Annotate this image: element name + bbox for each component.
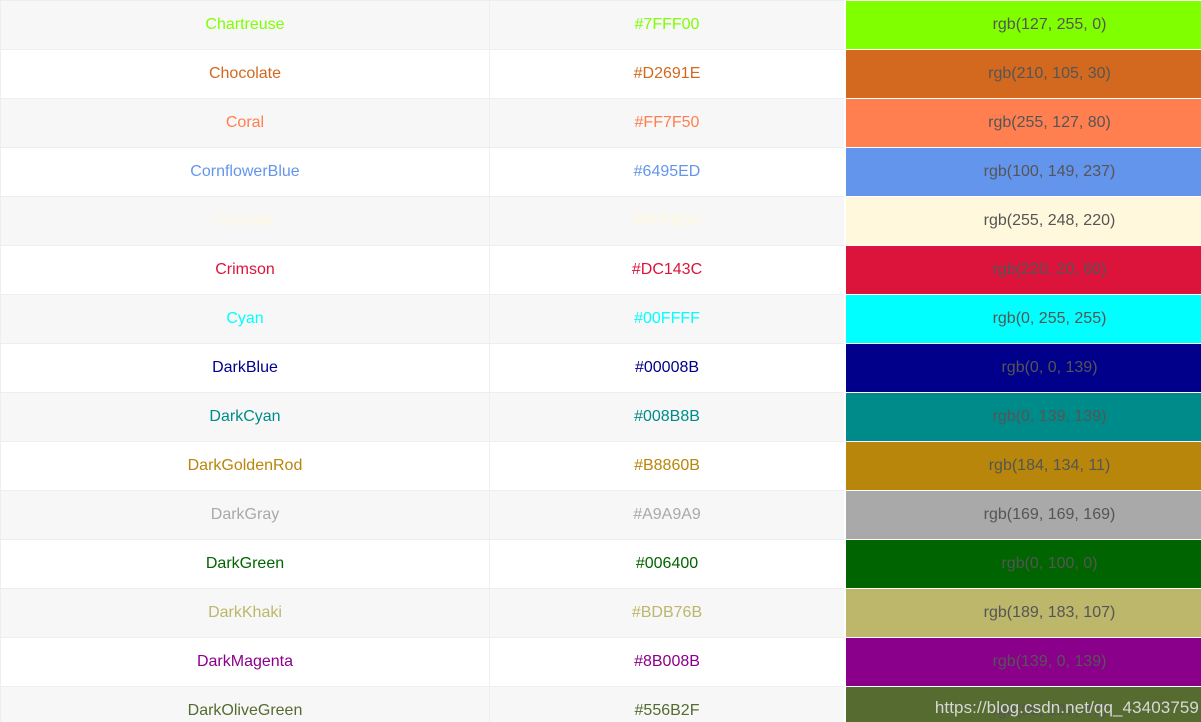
- color-swatch-cell: rgb(255, 127, 80): [844, 98, 1201, 148]
- color-hex-cell: #7FFF00: [489, 0, 846, 50]
- color-name-cell: DarkOliveGreen: [0, 686, 490, 722]
- color-name-cell: DarkCyan: [0, 392, 490, 442]
- color-swatch-cell: rgb(189, 183, 107): [844, 588, 1201, 638]
- table-row: CornflowerBlue #6495ED rgb(100, 149, 237): [0, 147, 1201, 197]
- color-hex-cell: #B8860B: [489, 441, 846, 491]
- color-hex-cell: #DC143C: [489, 245, 846, 295]
- color-swatch-cell: rgb(85, 107, 47): [844, 686, 1201, 722]
- color-swatch-cell: rgb(0, 255, 255): [844, 294, 1201, 344]
- table-row: Chartreuse #7FFF00 rgb(127, 255, 0): [0, 0, 1201, 50]
- color-hex-cell: #BDB76B: [489, 588, 846, 638]
- color-reference-table: Chartreuse #7FFF00 rgb(127, 255, 0) Chocola…: [0, 0, 1201, 722]
- color-swatch-cell: rgb(0, 0, 139): [844, 343, 1201, 393]
- table-row: DarkCyan #008B8B rgb(0, 139, 139): [0, 392, 1201, 442]
- table-row: DarkGreen #006400 rgb(0, 100, 0): [0, 539, 1201, 589]
- color-name-cell: Cornsilk: [0, 196, 490, 246]
- color-swatch-cell: rgb(0, 139, 139): [844, 392, 1201, 442]
- table-row: Cornsilk #FFF8DC rgb(255, 248, 220): [0, 196, 1201, 246]
- color-hex-cell: #00008B: [489, 343, 846, 393]
- color-hex-cell: #D2691E: [489, 49, 846, 99]
- color-swatch-cell: rgb(169, 169, 169): [844, 490, 1201, 540]
- table-row: Cyan #00FFFF rgb(0, 255, 255): [0, 294, 1201, 344]
- table-row: DarkMagenta #8B008B rgb(139, 0, 139): [0, 637, 1201, 687]
- color-hex-cell: #A9A9A9: [489, 490, 846, 540]
- color-hex-cell: #FFF8DC: [489, 196, 846, 246]
- color-hex-cell: #FF7F50: [489, 98, 846, 148]
- color-name-cell: DarkGray: [0, 490, 490, 540]
- color-name-cell: Chocolate: [0, 49, 490, 99]
- color-hex-cell: #6495ED: [489, 147, 846, 197]
- color-name-cell: DarkKhaki: [0, 588, 490, 638]
- color-name-cell: Chartreuse: [0, 0, 490, 50]
- color-name-cell: DarkGoldenRod: [0, 441, 490, 491]
- color-swatch-cell: rgb(255, 248, 220): [844, 196, 1201, 246]
- color-swatch-cell: rgb(220, 20, 60): [844, 245, 1201, 295]
- table-row: DarkOliveGreen #556B2F rgb(85, 107, 47): [0, 686, 1201, 722]
- color-name-cell: DarkBlue: [0, 343, 490, 393]
- color-swatch-cell: rgb(184, 134, 11): [844, 441, 1201, 491]
- table-row: DarkGray #A9A9A9 rgb(169, 169, 169): [0, 490, 1201, 540]
- table-row: DarkKhaki #BDB76B rgb(189, 183, 107): [0, 588, 1201, 638]
- table-row: Coral #FF7F50 rgb(255, 127, 80): [0, 98, 1201, 148]
- table-row: DarkGoldenRod #B8860B rgb(184, 134, 11): [0, 441, 1201, 491]
- table-row: Chocolate #D2691E rgb(210, 105, 30): [0, 49, 1201, 99]
- color-hex-cell: #8B008B: [489, 637, 846, 687]
- color-name-cell: Cyan: [0, 294, 490, 344]
- color-hex-cell: #008B8B: [489, 392, 846, 442]
- table-row: DarkBlue #00008B rgb(0, 0, 139): [0, 343, 1201, 393]
- color-swatch-cell: rgb(210, 105, 30): [844, 49, 1201, 99]
- color-name-cell: Crimson: [0, 245, 490, 295]
- color-swatch-cell: rgb(139, 0, 139): [844, 637, 1201, 687]
- color-hex-cell: #006400: [489, 539, 846, 589]
- table-row: Crimson #DC143C rgb(220, 20, 60): [0, 245, 1201, 295]
- color-name-cell: DarkGreen: [0, 539, 490, 589]
- color-hex-cell: #00FFFF: [489, 294, 846, 344]
- color-name-cell: Coral: [0, 98, 490, 148]
- color-swatch-cell: rgb(127, 255, 0): [844, 0, 1201, 50]
- color-table-body: Chartreuse #7FFF00 rgb(127, 255, 0) Chocola…: [0, 0, 1201, 722]
- color-reference-page: Chartreuse #7FFF00 rgb(127, 255, 0) Chocola…: [0, 0, 1201, 722]
- color-name-cell: DarkMagenta: [0, 637, 490, 687]
- color-name-cell: CornflowerBlue: [0, 147, 490, 197]
- color-hex-cell: #556B2F: [489, 686, 846, 722]
- color-swatch-cell: rgb(0, 100, 0): [844, 539, 1201, 589]
- color-swatch-cell: rgb(100, 149, 237): [844, 147, 1201, 197]
